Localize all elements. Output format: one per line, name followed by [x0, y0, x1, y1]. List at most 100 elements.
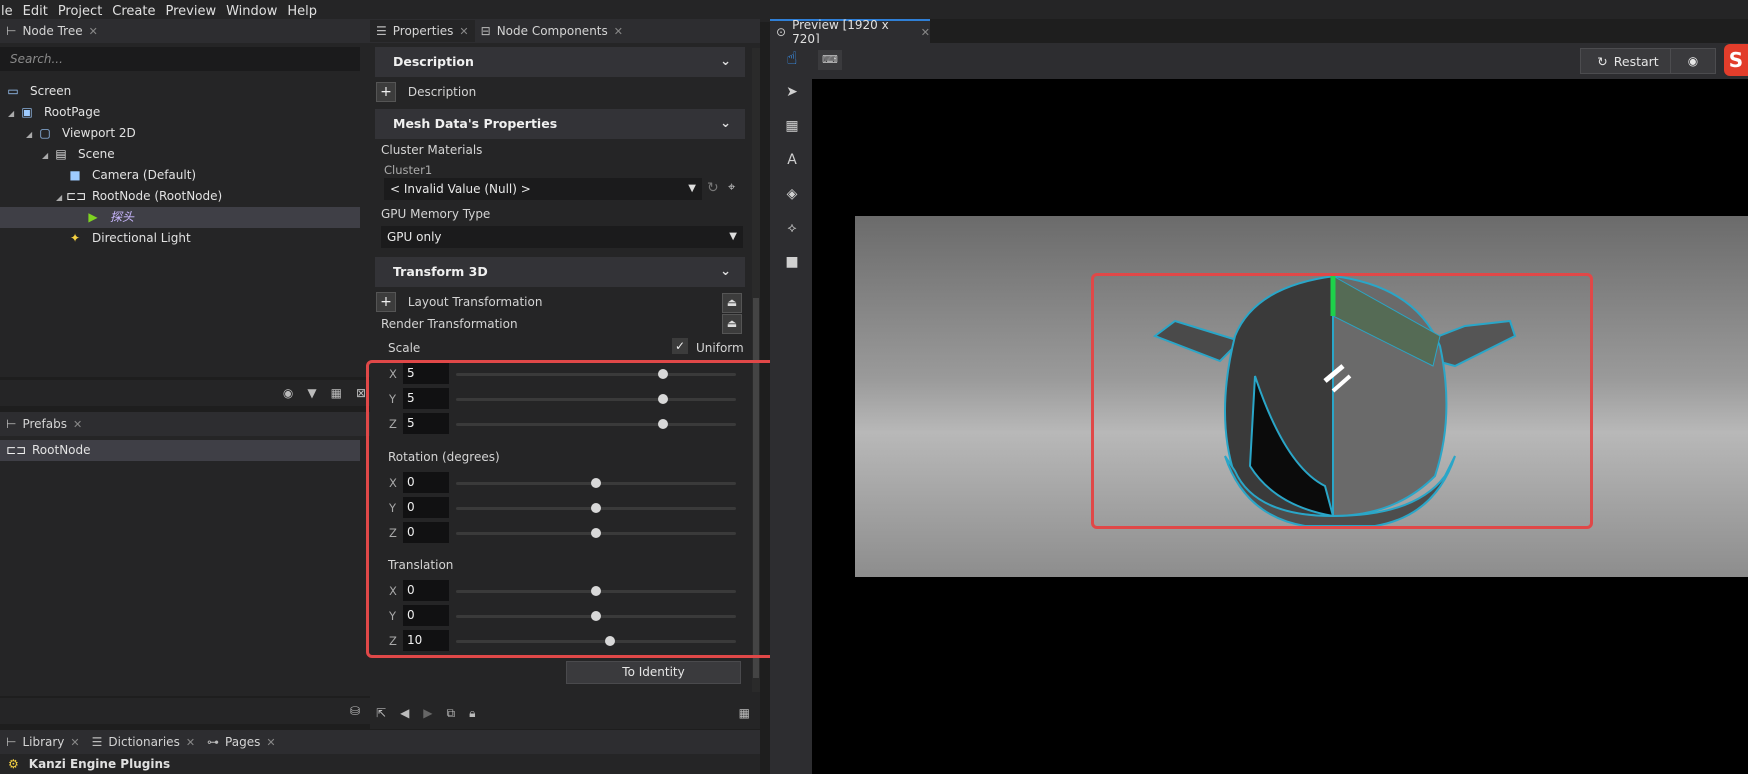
- tree-item-camera[interactable]: ■ Camera (Default): [0, 165, 370, 186]
- tab-node-components[interactable]: ⊟ Node Components ✕: [475, 20, 629, 42]
- close-icon[interactable]: ✕: [921, 26, 930, 39]
- dictionary-icon: ☰: [91, 735, 103, 749]
- interact-hand-icon[interactable]: ☝: [782, 48, 802, 69]
- close-icon[interactable]: ✕: [89, 25, 98, 38]
- app-logo: S: [1724, 44, 1748, 76]
- uniform-label: Uniform: [696, 341, 744, 355]
- section-mesh[interactable]: Mesh Data's Properties ⌄: [375, 109, 745, 139]
- collapse-icon[interactable]: ⊠: [356, 386, 366, 400]
- visibility-button[interactable]: ◉: [1670, 48, 1716, 74]
- menu-help[interactable]: Help: [282, 4, 322, 19]
- grid-icon[interactable]: ▦: [331, 386, 342, 400]
- frame-icon[interactable]: ⧉: [447, 706, 456, 721]
- expand-arrow-icon[interactable]: ◢: [8, 103, 18, 124]
- lock-icon[interactable]: 🔒︎: [469, 706, 475, 721]
- close-icon[interactable]: ✕: [70, 736, 79, 749]
- upload-icon[interactable]: ⏏: [722, 293, 742, 313]
- cluster1-label: Cluster1: [384, 163, 433, 177]
- section-transform-3d[interactable]: Transform 3D ⌄: [375, 257, 745, 287]
- back-icon[interactable]: ◀: [400, 706, 409, 720]
- tree-item-rootpage[interactable]: ◢ ▣ RootPage: [0, 102, 370, 123]
- reset-icon[interactable]: ↻: [707, 180, 719, 196]
- prefabs-toolbar: ⛁: [0, 698, 370, 724]
- menu-edit[interactable]: Edit: [18, 4, 53, 19]
- node-tree-tabbar: ⊢ Node Tree ✕: [0, 19, 370, 43]
- tab-dictionaries[interactable]: ☰ Dictionaries ✕: [86, 731, 201, 753]
- tab-pages[interactable]: ⊶ Pages ✕: [201, 731, 282, 753]
- tab-preview[interactable]: ⊙ Preview [1920 x 720] ✕: [770, 18, 930, 46]
- close-icon[interactable]: ✕: [186, 736, 195, 749]
- text-icon[interactable]: A: [782, 152, 802, 172]
- close-icon[interactable]: ✕: [266, 736, 275, 749]
- keyboard-icon[interactable]: ⌨: [818, 50, 842, 70]
- search-input[interactable]: Search...: [0, 47, 360, 71]
- tree-item-directional-light[interactable]: ✦ Directional Light: [0, 228, 370, 249]
- properties-toolbar: ⇱ ◀ ▶ ⧉ 🔒︎ ▦: [370, 700, 760, 726]
- to-identity-button[interactable]: To Identity: [566, 661, 741, 684]
- tree-item-model-selected[interactable]: ▶ 探头: [0, 207, 360, 228]
- viewport-icon: ▢: [39, 126, 51, 140]
- camera-icon[interactable]: ■: [782, 254, 802, 274]
- chevron-down-icon[interactable]: ⌄: [720, 109, 731, 139]
- chevron-down-icon[interactable]: ⌄: [720, 47, 731, 77]
- forward-icon[interactable]: ▶: [423, 706, 432, 720]
- menu-window[interactable]: Window: [221, 4, 282, 19]
- scene-icon: ▤: [55, 147, 67, 161]
- node-icon: ⊏⊐: [66, 189, 87, 203]
- add-property-icon[interactable]: ▦: [739, 706, 750, 720]
- add-prefab-icon[interactable]: ⛁: [350, 704, 360, 718]
- restart-button[interactable]: ↻ Restart: [1580, 48, 1676, 74]
- tree-item-viewport[interactable]: ◢ ▢ Viewport 2D: [0, 123, 370, 144]
- tab-properties[interactable]: ☰ Properties ✕: [370, 20, 475, 42]
- menu-project[interactable]: Project: [53, 4, 107, 19]
- close-icon[interactable]: ✕: [614, 25, 623, 38]
- connect-icon[interactable]: ⟡: [782, 220, 802, 240]
- library-icon: ⊢: [6, 735, 17, 749]
- node-icon: ⊏⊐: [6, 443, 27, 457]
- camera-icon: ■: [69, 168, 81, 182]
- library-heading: Kanzi Engine Plugins: [28, 757, 171, 771]
- chevron-down-icon[interactable]: ⌄: [720, 257, 731, 287]
- grid-icon[interactable]: ▦: [782, 118, 802, 138]
- add-property-button[interactable]: +: [376, 82, 396, 102]
- prefabs-tabbar: ⊢ Prefabs ✕: [0, 412, 370, 436]
- refresh-icon: ↻: [1597, 53, 1608, 69]
- close-icon[interactable]: ✕: [73, 418, 82, 431]
- select-arrow-icon[interactable]: ➤: [782, 84, 802, 104]
- menu-preview[interactable]: Preview: [161, 4, 222, 19]
- light-icon: ✦: [69, 231, 81, 245]
- prefabs-panel: ⊏⊐ RootNode: [0, 436, 370, 696]
- filter-icon[interactable]: ▼: [307, 386, 316, 400]
- node-tree-list: ▭ Screen ◢ ▣ RootPage ◢ ▢ Viewport 2D ◢ ▤ Scene…: [0, 81, 370, 249]
- tab-prefabs-label: Prefabs: [22, 417, 67, 431]
- eye-icon[interactable]: ◉: [283, 386, 293, 400]
- gpu-memory-dropdown[interactable]: GPU only ▼: [381, 226, 743, 248]
- cluster-material-dropdown[interactable]: < Invalid Value (Null) > ▼: [384, 178, 702, 200]
- menu-create[interactable]: Create: [107, 4, 160, 19]
- layers-icon[interactable]: ◈: [782, 186, 802, 206]
- target-icon[interactable]: ⌖: [728, 180, 735, 195]
- menu-file[interactable]: le: [0, 4, 18, 19]
- close-icon[interactable]: ✕: [459, 25, 468, 38]
- layout-transformation-row: + Layout Transformation: [376, 292, 542, 312]
- caret-down-icon: ▼: [729, 231, 737, 242]
- expand-arrow-icon[interactable]: ◢: [26, 124, 36, 145]
- tab-prefabs[interactable]: ⊢ Prefabs ✕: [0, 413, 88, 435]
- tree-item-rootnode[interactable]: ◢ ⊏⊐ RootNode (RootNode): [0, 186, 370, 207]
- tree-item-scene[interactable]: ◢ ▤ Scene: [0, 144, 370, 165]
- tree-icon: ⊢: [6, 24, 17, 38]
- tab-library[interactable]: ⊢ Library ✕: [0, 731, 86, 753]
- library-tabbar: ⊢ Library ✕ ☰ Dictionaries ✕ ⊶ Pages ✕: [0, 730, 760, 754]
- uniform-checkbox[interactable]: ✓: [672, 338, 688, 354]
- select-icon[interactable]: ⇱: [376, 706, 386, 720]
- expand-arrow-icon[interactable]: ◢: [56, 187, 66, 208]
- highlight-model-box: [1091, 273, 1593, 529]
- upload-icon[interactable]: ⏏: [722, 314, 742, 334]
- add-property-button[interactable]: +: [376, 292, 396, 312]
- tab-node-tree[interactable]: ⊢ Node Tree ✕: [0, 20, 104, 42]
- expand-arrow-icon[interactable]: ◢: [42, 145, 52, 166]
- prefab-item-rootnode[interactable]: ⊏⊐ RootNode: [0, 440, 360, 461]
- properties-tabbar: ☰ Properties ✕ ⊟ Node Components ✕: [370, 19, 760, 43]
- tree-item-screen[interactable]: ▭ Screen: [0, 81, 370, 102]
- section-description[interactable]: Description ⌄: [375, 47, 745, 77]
